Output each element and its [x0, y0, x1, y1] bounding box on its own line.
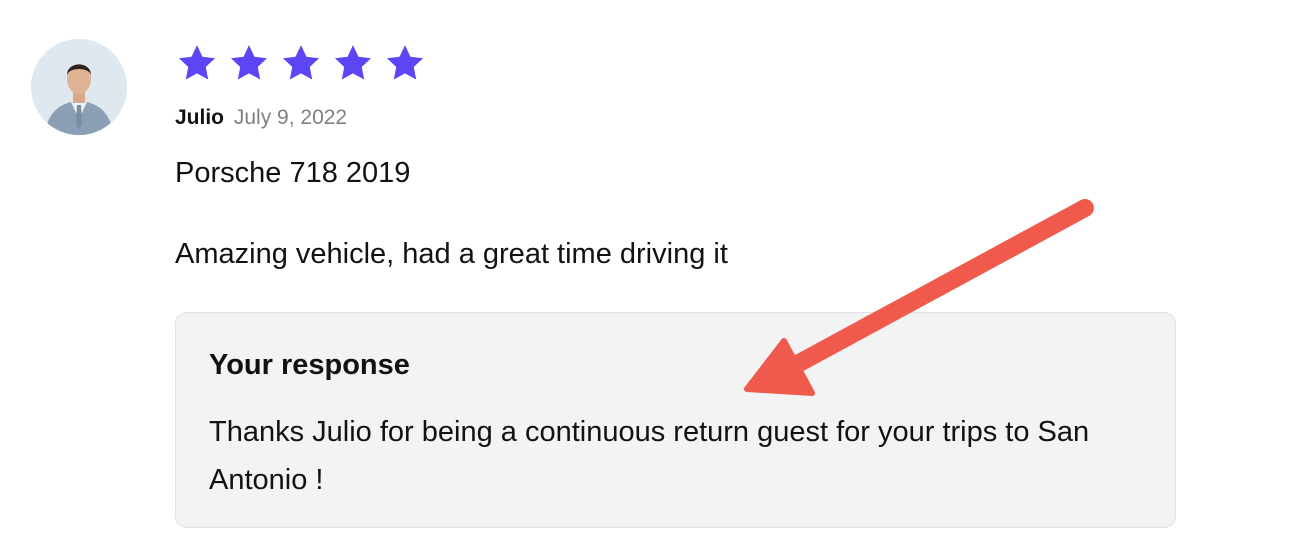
response-title: Your response — [209, 349, 410, 381]
reviewer-info: Julio July 9, 2022 — [175, 106, 347, 130]
star-rating — [176, 42, 426, 84]
star-icon — [230, 45, 268, 80]
reviewer-avatar[interactable] — [31, 39, 127, 135]
reviewer-name[interactable]: Julio — [175, 106, 224, 129]
response-text: Thanks Julio for being a continuous retu… — [209, 416, 1090, 496]
review-text: Amazing vehicle, had a great time drivin… — [175, 238, 728, 270]
vehicle-name: Porsche 718 2019 — [175, 157, 411, 189]
star-icon — [282, 45, 320, 80]
review-date: July 9, 2022 — [233, 106, 348, 129]
star-icon — [178, 45, 216, 80]
star-icon — [386, 45, 424, 80]
host-response-box: Your response Thanks Julio for being a c… — [175, 312, 1176, 528]
star-icon — [334, 45, 372, 80]
